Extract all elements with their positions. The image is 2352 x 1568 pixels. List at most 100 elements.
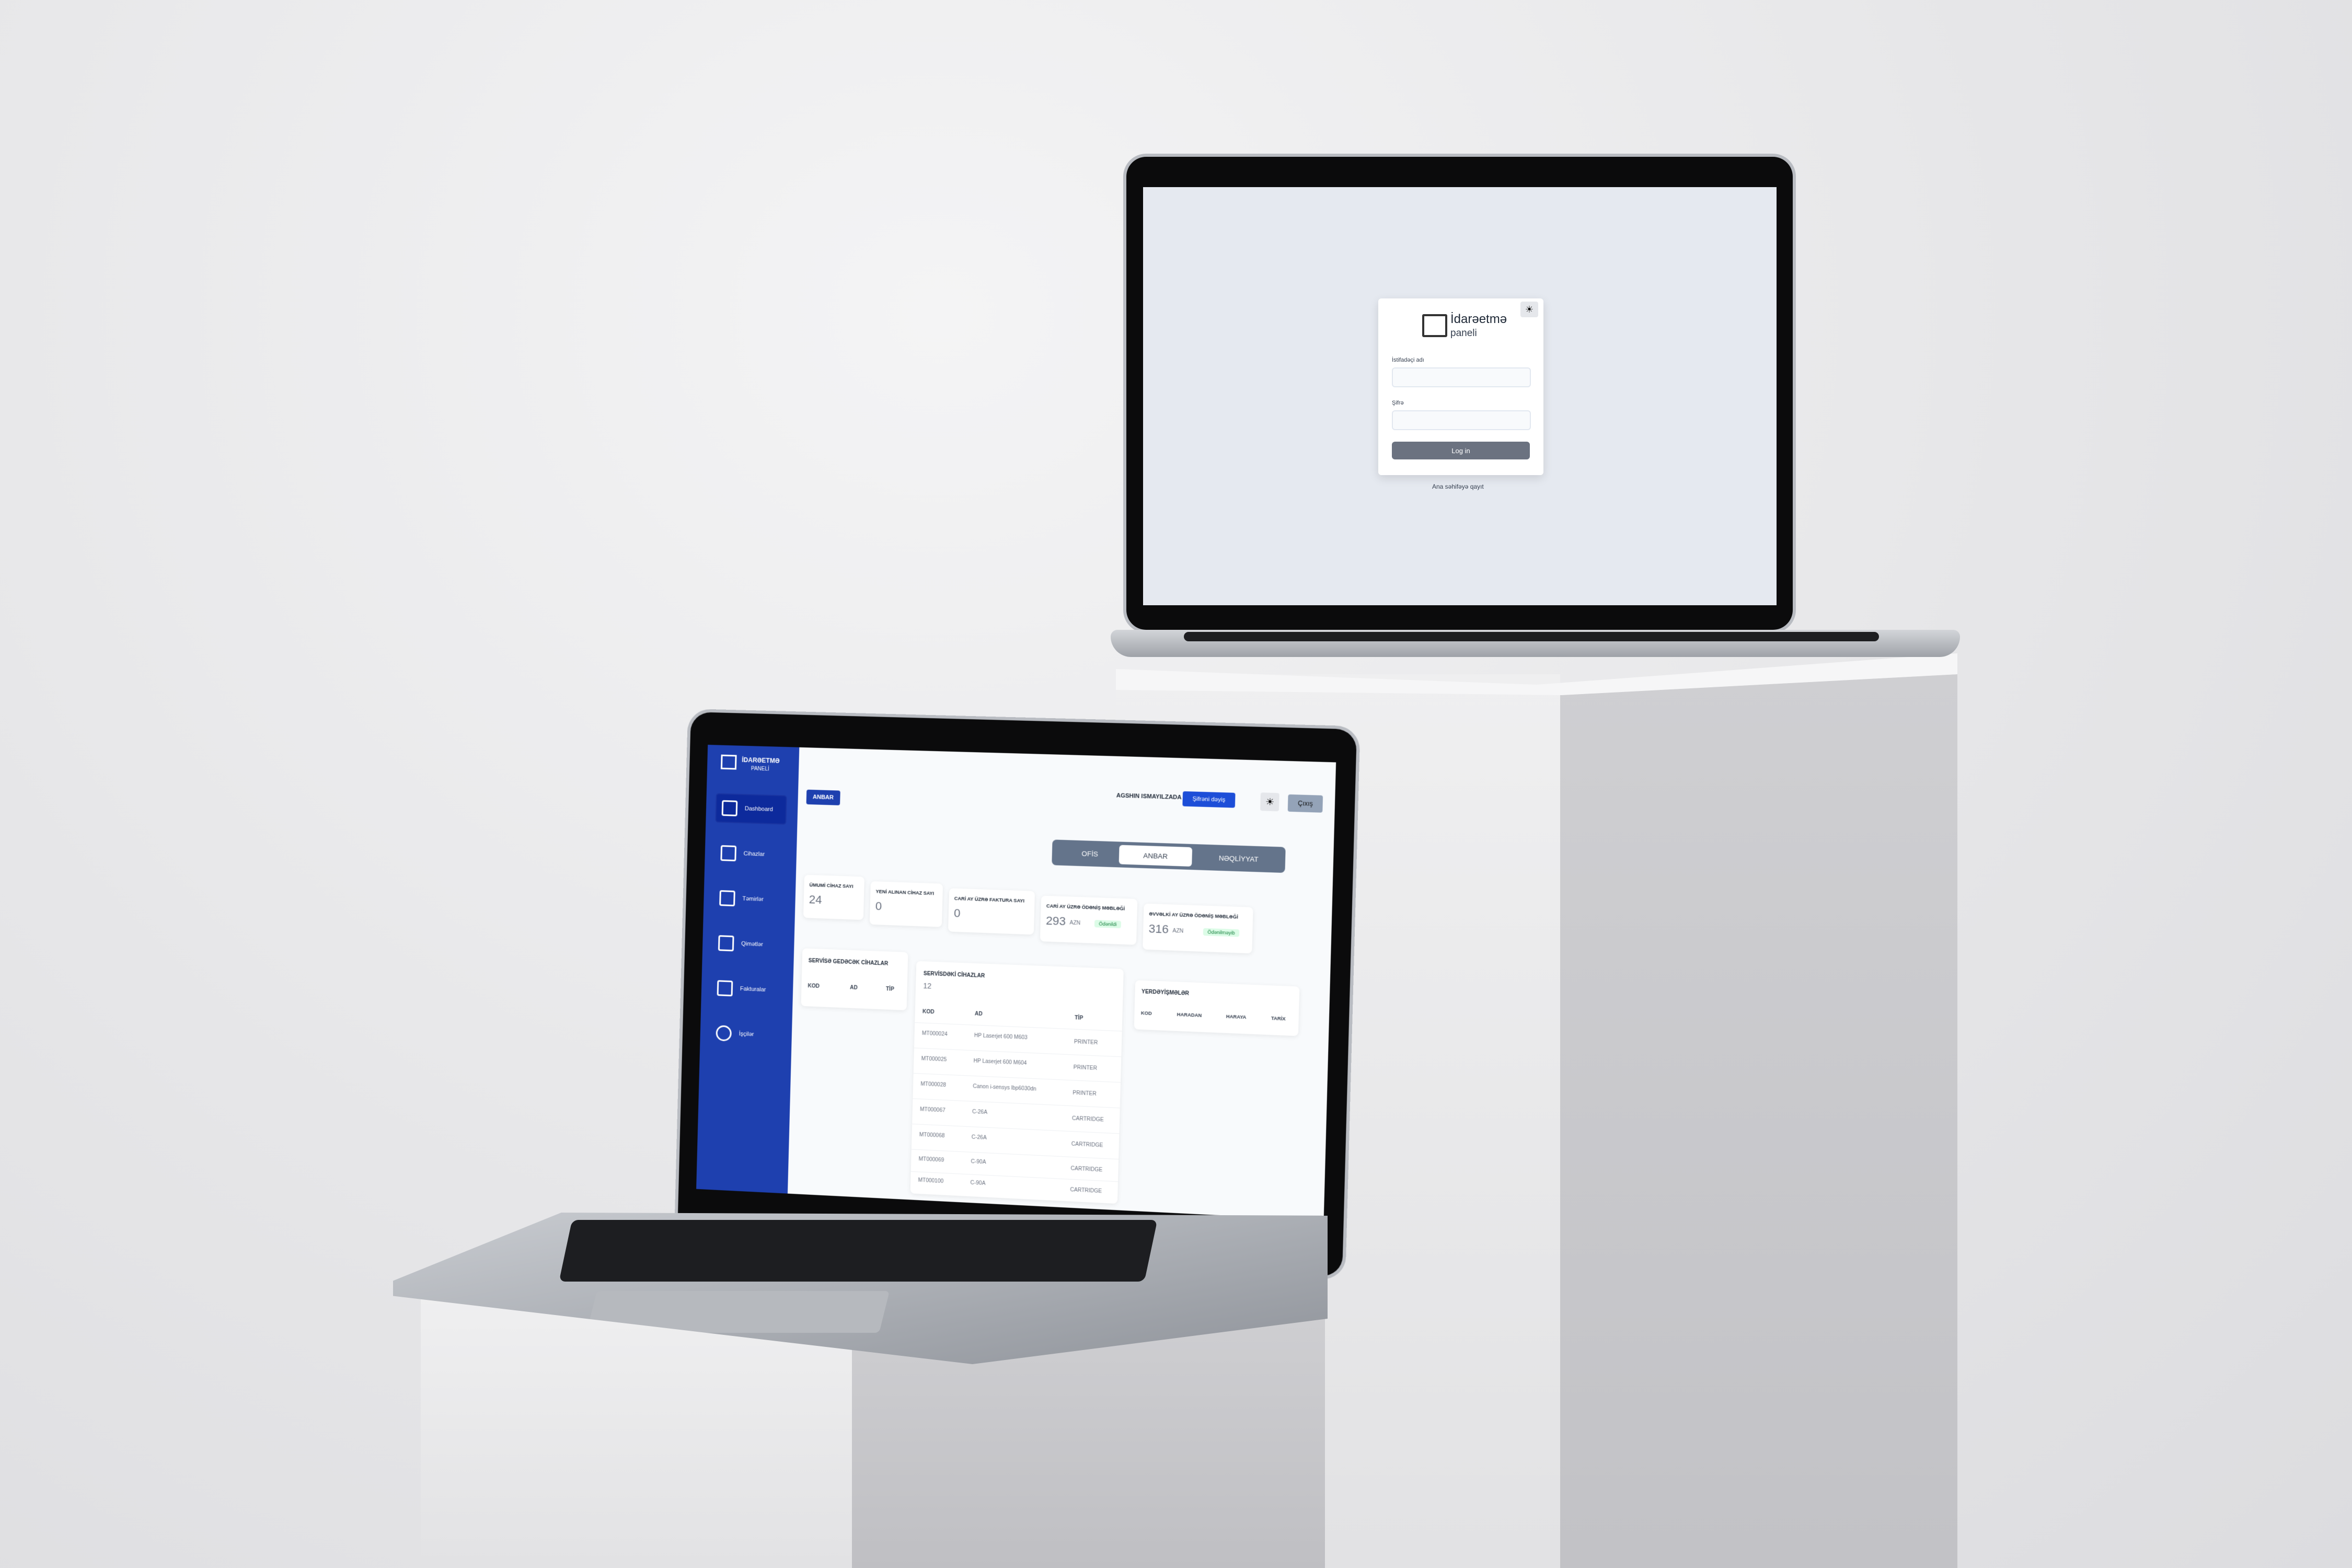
login-title-line1: İdarəetmə: [1450, 312, 1507, 326]
column-header: KOD: [808, 983, 820, 990]
main-area: ANBAR AGSHIN ISMAYILZADA Şifrəni dəyiş ☀…: [787, 747, 1336, 1221]
tab-office[interactable]: OFİS: [1057, 843, 1123, 864]
username-field[interactable]: [1392, 367, 1531, 387]
sidebar-item-repairs[interactable]: Təmirlər: [713, 883, 785, 915]
sidebar-item-prices[interactable]: Qimətlər: [712, 928, 783, 960]
username-label: İstifadəçi adı: [1392, 357, 1424, 363]
cell-name: HP Laserjet 600 M604: [973, 1058, 1027, 1067]
column-header: TİP: [885, 986, 894, 993]
dashboard-laptop-lid: İDARƏETMƏ PANELİ Dashboard Cihazlar Təmi…: [677, 712, 1357, 1277]
login-button[interactable]: Log in: [1392, 442, 1530, 459]
logout-button[interactable]: Çıxış: [1287, 794, 1323, 813]
column-header: KOD: [1140, 1010, 1152, 1017]
service-going-card: SERVİSƏ GEDƏCƏK CİHAZLAR KOD AD TİP: [801, 948, 908, 1011]
keyboard: [559, 1220, 1158, 1282]
sidebar-item-devices[interactable]: Cihazlar: [714, 838, 786, 870]
cell-code: MT000100: [918, 1177, 944, 1185]
section-badge: ANBAR: [806, 789, 840, 805]
tall-pedestal-side: [1560, 674, 1957, 1568]
login-card: İdarəetmə paneli ☀ İstifadəçi adı Şifrə …: [1378, 298, 1543, 475]
back-to-home-link[interactable]: Ana səhifəyə qayıt: [1432, 483, 1484, 490]
chart-icon: [721, 800, 738, 816]
cell-code: MT000028: [920, 1081, 947, 1089]
theme-toggle-button[interactable]: ☀: [1520, 302, 1538, 317]
cell-name: C-90A: [971, 1159, 986, 1166]
stat-unit: AZN: [1069, 920, 1081, 927]
in-service-card: SERVİSDƏKİ CİHAZLAR 12 KOD AD TİP MT0000…: [910, 961, 1124, 1205]
card-title: SERVİSƏ GEDƏCƏK CİHAZLAR: [808, 958, 889, 967]
change-password-button[interactable]: Şifrəni dəyiş: [1182, 791, 1236, 808]
cell-type: CARTRIDGE: [1071, 1141, 1103, 1149]
dashboard-screen: İDARƏETMƏ PANELİ Dashboard Cihazlar Təmi…: [696, 744, 1336, 1221]
login-laptop-base: [1111, 630, 1960, 657]
sidebar-item-employees[interactable]: İşçilər: [709, 1018, 781, 1051]
cell-code: MT000067: [919, 1106, 946, 1114]
brand-title: İDARƏETMƏ: [742, 756, 780, 765]
cell-name: C-26A: [972, 1109, 988, 1116]
stat-card-total-devices: ÜMUMİ CİHAZ SAYI 24: [803, 874, 864, 920]
device-icon: [720, 845, 737, 862]
column-header: HARADAN: [1177, 1011, 1202, 1018]
sidebar-item-invoices[interactable]: Fakturalar: [710, 973, 782, 1006]
sidebar-item-label: Təmirlər: [742, 895, 764, 903]
cell-name: Canon i-sensys lbp6030dn: [973, 1083, 1036, 1092]
password-field[interactable]: [1392, 410, 1531, 430]
card-title: SERVİSDƏKİ CİHAZLAR: [923, 971, 985, 979]
sidebar-item-label: İşçilər: [739, 1031, 754, 1038]
invoice-icon: [718, 935, 734, 952]
status-badge: Ödənildi: [1094, 919, 1122, 929]
cell-code: MT000069: [918, 1156, 944, 1163]
stat-value: 0: [875, 899, 882, 913]
sun-icon: ☀: [1265, 796, 1275, 808]
login-screen: İdarəetmə paneli ☀ İstifadəçi adı Şifrə …: [1143, 187, 1777, 605]
device-count: 12: [923, 981, 932, 990]
cell-code: MT000024: [921, 1030, 948, 1037]
theme-toggle-button[interactable]: ☀: [1260, 792, 1279, 812]
stat-unit: AZN: [1172, 928, 1184, 935]
stat-title: ÜMUMİ CİHAZ SAYI: [809, 882, 854, 889]
cell-type: PRINTER: [1073, 1064, 1098, 1072]
status-badge: Ödənilməyib: [1203, 928, 1240, 937]
brand-subtitle: PANELİ: [751, 766, 769, 773]
building-logo-icon: [1422, 314, 1447, 337]
department-tabs: OFİS ANBAR NƏQLİYYAT: [1052, 839, 1286, 873]
tab-warehouse[interactable]: ANBAR: [1119, 845, 1193, 867]
column-header: TİP: [1074, 1015, 1083, 1022]
column-header: HARAYA: [1226, 1013, 1247, 1020]
sidebar-item-label: Cihazlar: [743, 850, 765, 858]
users-icon: [716, 1025, 732, 1042]
cell-name: C-90A: [970, 1180, 986, 1187]
stat-value: 316: [1148, 921, 1169, 936]
cell-type: PRINTER: [1073, 1090, 1097, 1097]
stat-title: CARİ AY ÜZRƏ ÖDƏNİŞ MƏBLƏĞİ: [1046, 903, 1125, 912]
stat-value: 293: [1045, 914, 1066, 928]
card-icon: [717, 980, 733, 997]
login-title-line2: paneli: [1450, 328, 1477, 339]
cell-name: C-26A: [971, 1134, 987, 1141]
login-laptop-lid: İdarəetmə paneli ☀ İstifadəçi adı Şifrə …: [1126, 157, 1793, 630]
sidebar-item-label: Dashboard: [744, 805, 773, 813]
card-title: YERDƏYİŞMƏLƏR: [1141, 989, 1190, 997]
cell-type: PRINTER: [1074, 1039, 1098, 1046]
stat-title: ƏVVƏLKİ AY ÜZRƏ ÖDƏNİŞ MƏBLƏĞİ: [1149, 911, 1238, 920]
sidebar: İDARƏETMƏ PANELİ Dashboard Cihazlar Təmi…: [696, 744, 800, 1194]
brand-logo-icon: [720, 754, 737, 770]
stat-title: CARİ AY ÜZRƏ FAKTURA SAYI: [954, 895, 1025, 904]
sidebar-item-label: Fakturalar: [740, 985, 766, 993]
column-header: KOD: [922, 1009, 935, 1016]
password-label: Şifrə: [1392, 400, 1404, 406]
keyboard: [1184, 632, 1879, 641]
tab-transport[interactable]: NƏQLİYYAT: [1197, 847, 1280, 869]
cell-type: CARTRIDGE: [1070, 1187, 1102, 1195]
sun-icon: ☀: [1525, 304, 1534, 315]
sidebar-item-dashboard[interactable]: Dashboard: [715, 793, 787, 825]
column-header: AD: [850, 985, 858, 991]
stat-card-current-payment: CARİ AY ÜZRƏ ÖDƏNİŞ MƏBLƏĞİ 293 AZN Ödən…: [1040, 895, 1138, 945]
sidebar-item-label: Qimətlər: [741, 940, 763, 948]
stat-card-new-devices: YENİ ALINAN CİHAZ SAYI 0: [869, 881, 943, 927]
stat-card-current-invoices: CARİ AY ÜZRƏ FAKTURA SAYI 0: [948, 888, 1035, 935]
column-header: AD: [974, 1011, 983, 1018]
stat-card-previous-payment: ƏVVƏLKİ AY ÜZRƏ ÖDƏNİŞ MƏBLƏĞİ 316 AZN Ö…: [1143, 903, 1253, 954]
repair-icon: [719, 890, 735, 907]
stat-value: 24: [809, 893, 822, 907]
